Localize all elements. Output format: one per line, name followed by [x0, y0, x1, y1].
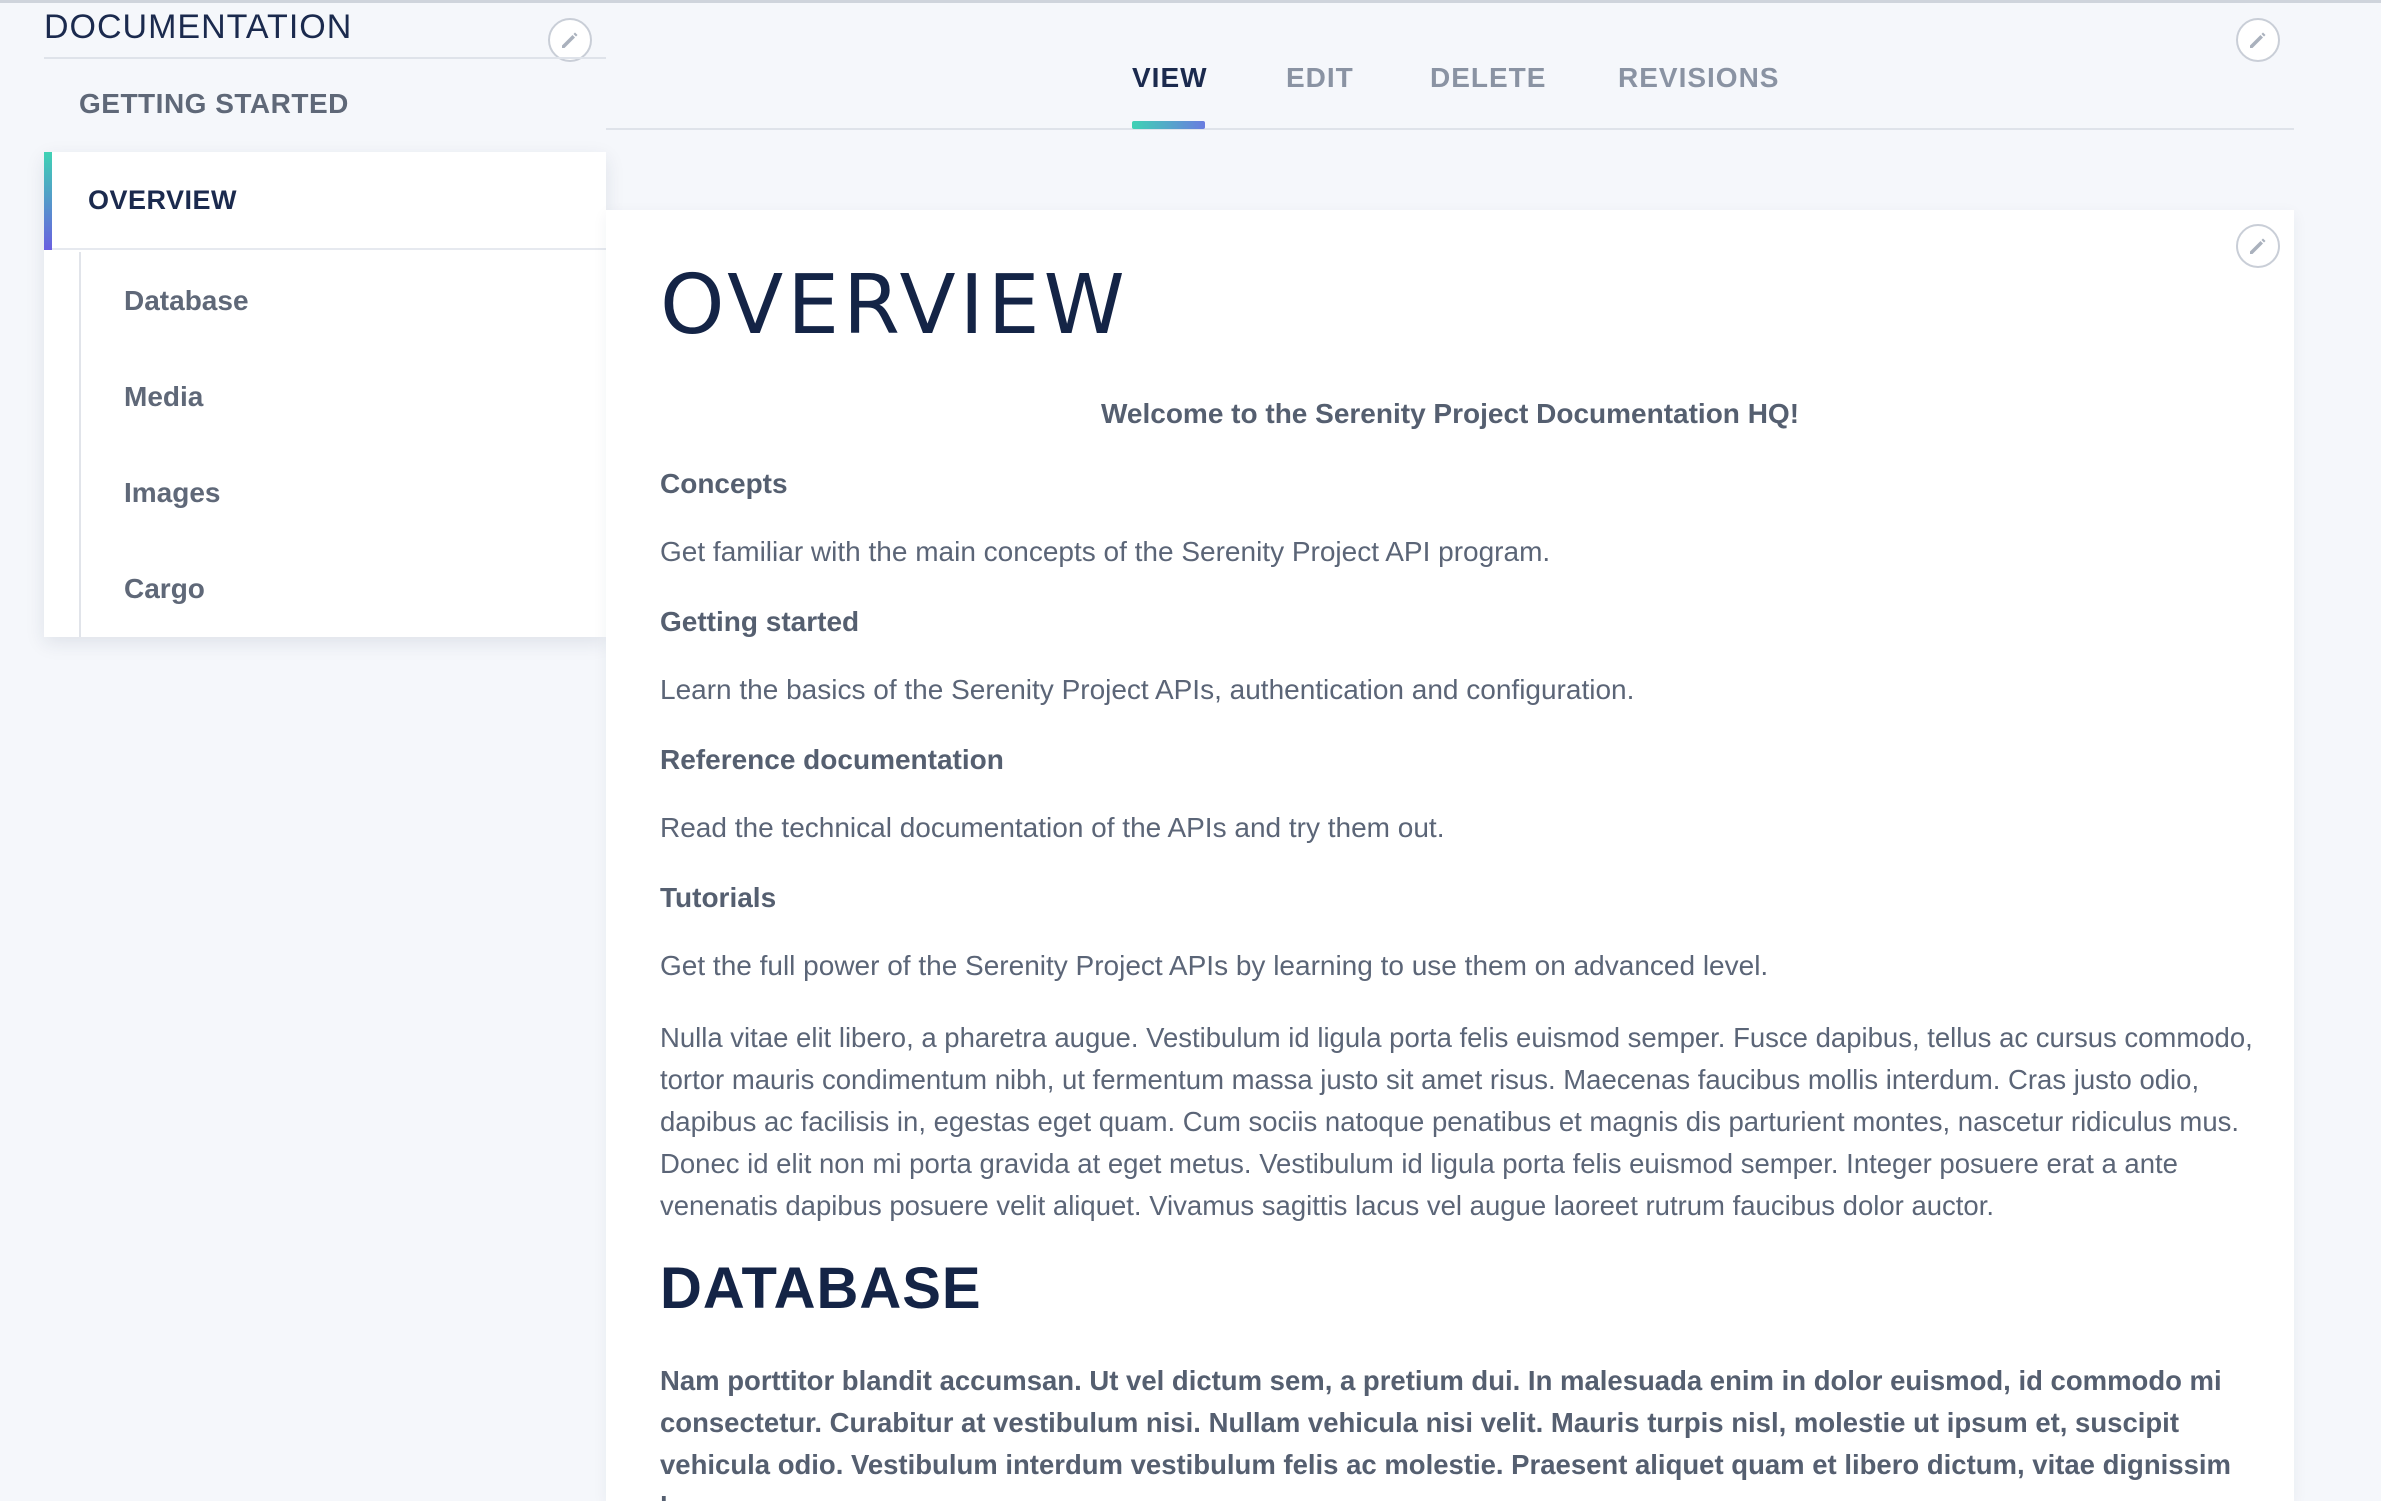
section-text-tutorials: Get the full power of the Serenity Proje… — [660, 950, 1769, 981]
content-edit-button[interactable] — [2236, 224, 2280, 268]
pencil-icon — [2250, 238, 2266, 254]
sidebar-panel: OVERVIEW Database Media Images Cargo — [44, 152, 606, 637]
welcome-text: Welcome to the Serenity Project Document… — [1100, 398, 1800, 429]
tab-bar: VIEW EDIT DELETE REVISIONS — [606, 0, 2294, 130]
sidebar-item-overview[interactable]: OVERVIEW — [44, 152, 606, 250]
database-heading: DATABASE — [660, 1256, 982, 1321]
sidebar-item-overview-label: OVERVIEW — [88, 184, 238, 215]
page-edit-button[interactable] — [2236, 18, 2280, 62]
tab-view[interactable]: VIEW — [1132, 62, 1208, 94]
section-heading-tutorials: Tutorials — [660, 882, 777, 913]
sidebar-subitem-images[interactable]: Images — [124, 477, 221, 509]
section-heading-reference: Reference documentation — [660, 744, 1004, 775]
sidebar-subitem-database[interactable]: Database — [124, 285, 249, 317]
tab-edit[interactable]: EDIT — [1286, 62, 1354, 94]
section-heading-concepts: Concepts — [660, 468, 788, 499]
section-text-reference: Read the technical documentation of the … — [660, 812, 1445, 843]
sidebar-divider — [44, 57, 606, 59]
active-indicator — [44, 152, 52, 250]
sidebar-title: DOCUMENTATION — [44, 8, 353, 46]
active-tab-underline — [1132, 121, 1205, 129]
sidebar-subitem-media[interactable]: Media — [124, 381, 203, 413]
pencil-icon — [562, 32, 578, 48]
section-text-getting-started: Learn the basics of the Serenity Project… — [660, 674, 1635, 705]
sidebar-edit-button[interactable] — [548, 18, 592, 62]
sidebar-subitem-cargo[interactable]: Cargo — [124, 573, 205, 605]
page-title: OVERVIEW — [660, 258, 1129, 353]
content-card: OVERVIEW Welcome to the Serenity Project… — [606, 210, 2294, 1501]
tab-revisions[interactable]: REVISIONS — [1618, 62, 1779, 94]
section-text-concepts: Get familiar with the main concepts of t… — [660, 536, 1551, 567]
overview-paragraph: Nulla vitae elit libero, a pharetra augu… — [660, 1022, 2253, 1221]
submenu-rail — [79, 252, 81, 637]
sidebar-item-getting-started[interactable]: GETTING STARTED — [79, 88, 349, 120]
tab-delete[interactable]: DELETE — [1430, 62, 1546, 94]
section-heading-getting-started: Getting started — [660, 606, 860, 637]
pencil-icon — [2250, 32, 2266, 48]
database-paragraph: Nam porttitor blandit accumsan. Ut vel d… — [660, 1365, 2231, 1501]
